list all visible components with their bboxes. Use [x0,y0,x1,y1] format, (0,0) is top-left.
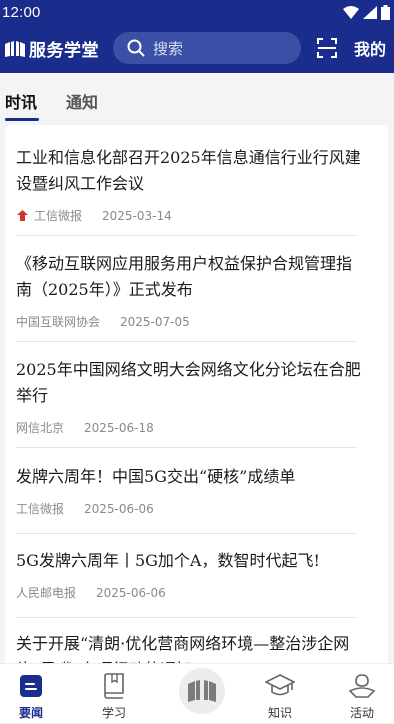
news-meta: 工信微报 2025-03-14 [16,207,366,224]
news-meta: 工信微报 2025-06-06 [16,500,366,517]
status-icons [343,4,390,20]
news-meta: 人民邮电报 2025-06-06 [16,584,366,601]
activity-icon [348,674,376,698]
list-item[interactable]: 发牌六周年！中国5G交出“硬核”成绩单 工信微报 2025-06-06 [16,464,366,517]
news-source: 工信微报 [34,209,83,223]
news-meta: 网信北京 2025-06-18 [16,419,366,436]
search-placeholder: 搜索 [153,39,184,58]
mine-button[interactable]: 我的 [354,36,386,60]
news-source: 工信微报 [16,502,65,516]
divider [16,533,357,534]
nav-item-knowledge[interactable]: 知识 [245,664,315,724]
search-bar[interactable]: 搜索 [113,32,301,64]
nav-item-news[interactable]: 要闻 [0,664,66,724]
logo-text: 服务学堂 [29,41,99,61]
nav-item-study[interactable]: 学习 [79,664,149,724]
news-source: 网信北京 [16,421,65,435]
news-title: 2025年中国网络文明大会网络文化分论坛在合肥举行 [16,360,361,405]
divider [16,341,357,342]
app-logo: 服务学堂 [4,36,104,61]
divider [16,447,357,448]
scan-icon [317,38,337,58]
news-date: 2025-06-06 [84,501,154,516]
tab-active-indicator [5,118,39,121]
scan-button[interactable] [316,37,338,63]
tab-notices[interactable]: 通知 [66,89,98,113]
status-time: 12:00 [2,3,41,21]
list-item[interactable]: 工业和信息化部召开2025年信息通信行业行风建设暨纠风工作会议 工信微报 202… [16,145,366,224]
wifi-icon [343,5,359,19]
nav-item-activity[interactable]: 活动 [327,664,394,724]
news-meta: 中国互联网协会 2025-07-05 [16,313,366,330]
news-source: 中国互联网协会 [16,315,101,329]
center-action-button[interactable] [179,668,225,714]
nav-label: 学习 [101,706,126,720]
status-bar: 12:00 [0,0,394,24]
divider [16,235,357,236]
nav-label: 要闻 [18,706,43,720]
app-header: 服务学堂 搜索 我的 [0,24,394,73]
news-doc-icon [20,675,42,697]
book-icon [104,673,124,699]
news-title: 5G发牌六周年丨5G加个A，数智时代起飞! [16,551,320,570]
news-date: 2025-03-14 [102,208,172,223]
graduation-cap-icon [265,674,295,696]
nav-label: 活动 [349,706,374,720]
book-logo-icon [5,40,25,57]
list-item[interactable]: 2025年中国网络文明大会网络文化分论坛在合肥举行 网信北京 2025-06-1… [16,357,366,436]
open-book-icon [188,680,216,702]
source-logo-icon [17,210,28,221]
tab-bar: 时讯 通知 [0,73,394,123]
tab-news[interactable]: 时讯 [5,89,37,113]
news-date: 2025-06-18 [84,420,154,435]
signal-icon [363,5,377,19]
divider [16,617,357,618]
bottom-nav: 要闻 学习 知识 活动 [0,663,394,723]
news-title: 《移动互联网应用服务用户权益保护合规管理指南（2025年）》正式发布 [16,254,353,299]
nav-label: 知识 [267,706,292,720]
list-item[interactable]: 《移动互联网应用服务用户权益保护合规管理指南（2025年）》正式发布 中国互联网… [16,251,366,330]
battery-icon [381,4,390,20]
news-date: 2025-07-05 [120,314,190,329]
news-list: 工业和信息化部召开2025年信息通信行业行风建设暨纠风工作会议 工信微报 202… [5,125,388,685]
news-title: 工业和信息化部召开2025年信息通信行业行风建设暨纠风工作会议 [16,148,361,193]
list-item[interactable]: 5G发牌六周年丨5G加个A，数智时代起飞! 人民邮电报 2025-06-06 [16,548,366,601]
search-icon [127,39,145,57]
news-title: 发牌六周年！中国5G交出“硬核”成绩单 [16,467,296,486]
news-date: 2025-06-06 [96,585,166,600]
news-source: 人民邮电报 [16,586,77,600]
